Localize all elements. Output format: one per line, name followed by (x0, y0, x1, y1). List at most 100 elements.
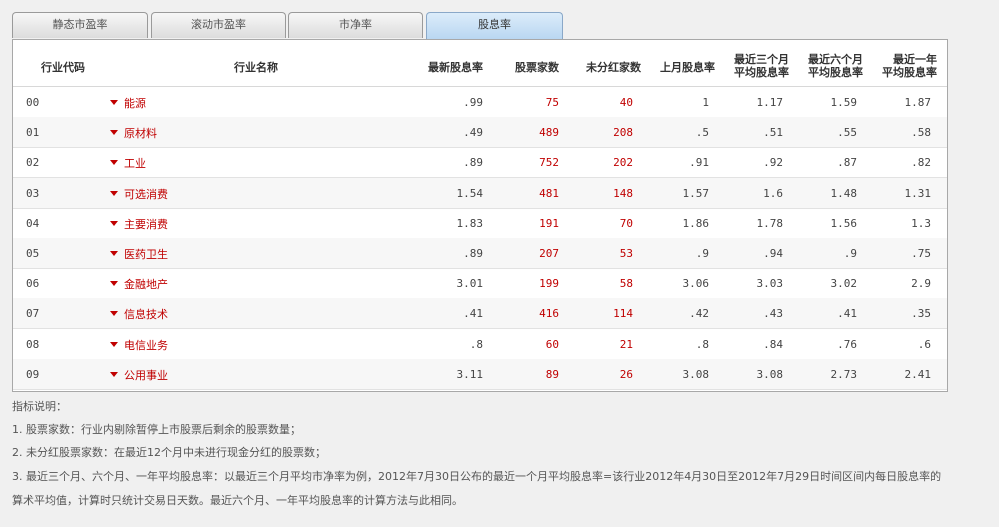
cell-industry-name[interactable]: 信息技术 (124, 308, 168, 321)
cell-avg12: 1.87 (904, 96, 932, 109)
header-code: 行业代码 (41, 61, 85, 74)
cell-industry-code: 00 (26, 96, 40, 109)
caret-down-icon[interactable] (110, 251, 118, 256)
table-row: 00 能源 .99 75 40 1 1.17 1.59 1.87 (13, 87, 947, 118)
header-avg12-line2: 平均股息率 (882, 66, 937, 79)
cell-industry-name[interactable]: 医药卫生 (124, 248, 168, 261)
header-avg6-line1: 最近六个月 (808, 53, 863, 66)
tab-static-pe[interactable]: 静态市盈率 (12, 12, 148, 38)
cell-stock-count: 191 (539, 216, 559, 230)
cell-avg6: 1.48 (830, 186, 858, 200)
caret-down-icon[interactable] (110, 311, 118, 317)
cell-avg6: .41 (837, 307, 857, 321)
cell-last-month: .91 (689, 156, 709, 170)
header-stock-count: 股票家数 (515, 61, 559, 74)
caret-down-icon[interactable] (110, 341, 118, 347)
cell-no-dividend: 40 (619, 96, 633, 109)
cell-avg12: 1.31 (904, 186, 932, 200)
caret-down-icon[interactable] (110, 190, 118, 196)
cell-avg6: 1.59 (830, 96, 858, 109)
cell-industry-code: 08 (26, 337, 40, 351)
cell-latest-yield: 3.01 (456, 277, 484, 291)
cell-avg12: .35 (911, 307, 931, 321)
cell-avg3: 3.03 (756, 277, 784, 291)
cell-no-dividend: 53 (619, 247, 633, 260)
cell-no-dividend: 26 (619, 367, 633, 381)
cell-industry-name[interactable]: 金融地产 (124, 278, 168, 291)
cell-stock-count: 416 (539, 307, 559, 321)
cell-stock-count: 89 (545, 367, 559, 381)
cell-last-month: .9 (695, 247, 709, 260)
cell-last-month: 3.08 (682, 367, 710, 381)
cell-latest-yield: 3.11 (456, 367, 484, 381)
table-row: 01 原材料 .49 489 208 .5 .51 .55 .58 (13, 117, 947, 149)
caret-down-icon[interactable] (110, 281, 118, 287)
cell-industry-name[interactable]: 电信业务 (124, 339, 168, 352)
cell-last-month: 1 (702, 96, 709, 109)
cell-avg3: .94 (763, 247, 783, 260)
cell-industry-name[interactable]: 公用事业 (124, 369, 168, 382)
cell-last-month: .42 (689, 307, 709, 321)
cell-no-dividend: 148 (613, 186, 633, 200)
cell-avg3: 1.78 (756, 216, 784, 230)
cell-avg6: 1.56 (830, 216, 858, 230)
cell-last-month: 1.86 (682, 216, 710, 230)
header-avg6: 最近六个月 平均股息率 (797, 53, 863, 79)
cell-latest-yield: 1.54 (456, 186, 484, 200)
table-header: 行业代码 行业名称 最新股息率 股票家数 未分红家数 上月股息率 最近三个月 平… (13, 40, 947, 87)
cell-stock-count: 752 (539, 156, 559, 170)
note-2: 2. 未分红股票家数：在最近12个月中未进行现金分红的股票数； (12, 446, 326, 459)
table-row: 09 公用事业 3.11 89 26 3.08 3.08 2.73 2.41 (13, 358, 947, 390)
cell-industry-name[interactable]: 主要消费 (124, 218, 168, 231)
cell-avg3: .51 (763, 126, 783, 140)
cell-no-dividend: 202 (613, 156, 633, 170)
page: 静态市盈率 滚动市盈率 市净率 股息率 行业代码 行业名称 最新股息率 股票家数… (0, 0, 999, 527)
header-avg3: 最近三个月 平均股息率 (723, 53, 789, 79)
cell-avg3: .92 (763, 156, 783, 170)
notes-title: 指标说明： (12, 400, 67, 413)
cell-industry-name[interactable]: 能源 (124, 97, 146, 110)
header-no-dividend: 未分红家数 (586, 61, 641, 74)
caret-down-icon[interactable] (110, 160, 118, 166)
cell-latest-yield: .99 (463, 96, 483, 109)
tab-pb[interactable]: 市净率 (288, 12, 423, 38)
table-panel: 行业代码 行业名称 最新股息率 股票家数 未分红家数 上月股息率 最近三个月 平… (12, 39, 948, 392)
cell-latest-yield: .8 (469, 337, 483, 351)
header-avg3-line1: 最近三个月 (734, 53, 789, 66)
table-row: 08 电信业务 .8 60 21 .8 .84 .76 .6 (13, 329, 947, 360)
cell-stock-count: 60 (545, 337, 559, 351)
cell-industry-code: 05 (26, 247, 40, 260)
cell-stock-count: 75 (545, 96, 559, 109)
cell-industry-name[interactable]: 工业 (124, 157, 146, 170)
cell-industry-name[interactable]: 原材料 (124, 127, 157, 140)
header-last-month: 上月股息率 (660, 61, 715, 74)
cell-latest-yield: .89 (463, 156, 483, 170)
cell-no-dividend: 21 (619, 337, 633, 351)
table-row: 05 医药卫生 .89 207 53 .9 .94 .9 .75 (13, 238, 947, 269)
header-latest-yield: 最新股息率 (428, 61, 483, 74)
cell-avg12: 2.9 (911, 277, 931, 291)
cell-avg12: .82 (911, 156, 931, 170)
tab-dividend-yield[interactable]: 股息率 (426, 12, 563, 40)
cell-avg12: .6 (917, 337, 931, 351)
cell-no-dividend: 208 (613, 126, 633, 140)
cell-avg6: .9 (843, 247, 857, 260)
table-row: 02 工业 .89 752 202 .91 .92 .87 .82 (13, 147, 947, 179)
caret-down-icon[interactable] (110, 371, 118, 377)
cell-last-month: 3.06 (682, 277, 710, 291)
cell-last-month: .8 (695, 337, 709, 351)
cell-industry-code: 02 (26, 156, 40, 170)
cell-avg6: .87 (837, 156, 857, 170)
cell-stock-count: 489 (539, 126, 559, 140)
cell-last-month: 1.57 (682, 186, 710, 200)
caret-down-icon[interactable] (110, 220, 118, 226)
caret-down-icon[interactable] (110, 100, 118, 105)
header-avg3-line2: 平均股息率 (734, 66, 789, 79)
cell-latest-yield: .89 (463, 247, 483, 260)
tab-rolling-pe[interactable]: 滚动市盈率 (151, 12, 286, 38)
cell-industry-name[interactable]: 可选消费 (124, 188, 168, 201)
caret-down-icon[interactable] (110, 130, 118, 136)
cell-stock-count: 481 (539, 186, 559, 200)
cell-industry-code: 04 (26, 216, 40, 230)
cell-no-dividend: 114 (613, 307, 633, 321)
